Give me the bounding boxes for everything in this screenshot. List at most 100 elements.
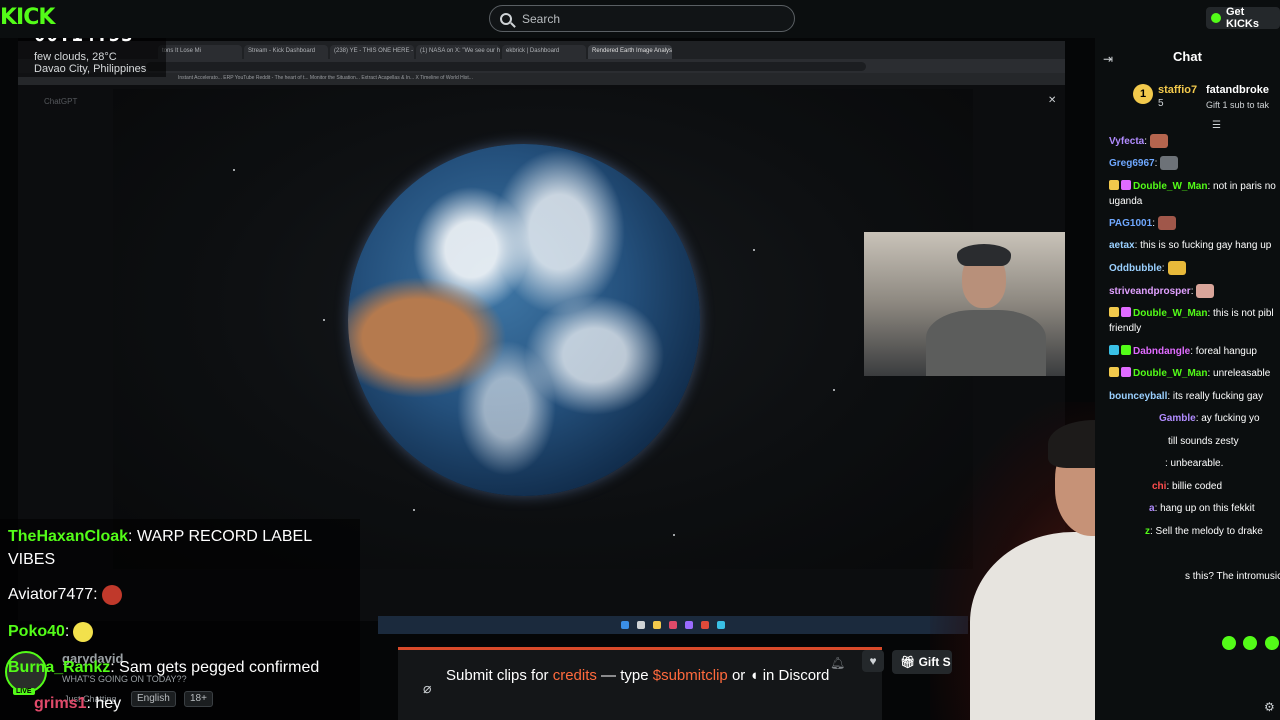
- star: [413, 509, 415, 511]
- chat-text: : Sam gets pegged confirmed: [110, 659, 320, 676]
- chat-filter-icon[interactable]: ☰: [1212, 120, 1221, 131]
- chat-text: : ay fucking yo: [1195, 413, 1260, 424]
- chat-message: Gamble: ay fucking yo: [1159, 411, 1280, 426]
- star: [673, 534, 675, 536]
- chat-username[interactable]: PAG1001: [1109, 218, 1152, 229]
- chat-title: Chat: [1173, 49, 1202, 64]
- chat-text: : hey: [86, 695, 122, 712]
- chat-message: PAG1001:: [1109, 216, 1280, 231]
- overlay-chat-message: grims1: hey: [34, 692, 121, 715]
- leaderboard-user[interactable]: staffio7: [1158, 84, 1197, 96]
- chat-message: Double_W_Man: this is not pibl friendly: [1109, 306, 1279, 336]
- mouse-icon: ◖: [749, 667, 759, 684]
- app-icon: [717, 621, 725, 629]
- star: [833, 389, 835, 391]
- tag-mature[interactable]: 18+: [184, 691, 213, 707]
- chat-panel: ⇥ Chat 1 staffio7 5 fatandbroke Gift 1 s…: [1095, 38, 1280, 720]
- browser-tab: (1) NASA on X: "We see our ho: [416, 45, 500, 59]
- chat-username[interactable]: aetax: [1109, 240, 1135, 251]
- chat-username[interactable]: Double_W_Man: [1133, 308, 1207, 319]
- chat-username[interactable]: Oddbubble: [1109, 263, 1162, 274]
- leaderboard-count: 5: [1158, 98, 1164, 109]
- sub-badge-icon: [1121, 367, 1131, 377]
- chat-username[interactable]: Double_W_Man: [1133, 368, 1207, 379]
- get-kicks-button[interactable]: Get KICKs: [1206, 6, 1280, 30]
- chat-text: : foreal hangup: [1190, 346, 1257, 357]
- tag-language[interactable]: English: [131, 691, 176, 707]
- search-bar[interactable]: [489, 5, 795, 32]
- chat-username[interactable]: chi: [1152, 481, 1166, 492]
- browser-address-bar: [18, 59, 1065, 73]
- top-navbar: KICK Get KICKs: [0, 0, 1280, 38]
- chat-message: Oddbubble:: [1109, 261, 1280, 276]
- bell-icon[interactable]: 🔔︎: [830, 656, 845, 670]
- folder-icon: [653, 621, 661, 629]
- chat-username[interactable]: Greg6967: [1109, 158, 1155, 169]
- chat-text: : this is so fucking gay hang up: [1134, 240, 1272, 251]
- chat-text: :: [64, 623, 70, 640]
- browser-tabbar: tons It Lose Mi Stream - Kick Dashboard …: [18, 41, 1065, 59]
- gifter-user[interactable]: fatandbroke: [1206, 84, 1269, 96]
- chat-message: striveandprosper:: [1109, 284, 1280, 299]
- weather-info: few clouds, 28°C Davao City, Philippines: [34, 51, 146, 75]
- chat-username[interactable]: Dabndangle: [1133, 346, 1190, 357]
- chat-message: Dabndangle: foreal hangup: [1109, 344, 1280, 359]
- banner-text-part: or: [727, 667, 750, 684]
- browser-tab: ekbrick | Dashboard: [502, 45, 586, 59]
- chat-text: till sounds zesty: [1168, 436, 1239, 447]
- chat-text: :: [1154, 158, 1158, 169]
- app-icon: [685, 621, 693, 629]
- chat-username[interactable]: striveandprosper: [1109, 286, 1191, 297]
- leaderboard-rank-badge: 1: [1133, 84, 1153, 104]
- windows-taskbar: [378, 616, 968, 634]
- sub-badge-icon: [1121, 307, 1131, 317]
- kick-emote-icon[interactable]: [1243, 636, 1257, 650]
- emote-icon[interactable]: [1265, 636, 1279, 650]
- chat-message: chi: billie coded: [1152, 479, 1280, 494]
- emote-picker-icon[interactable]: [1222, 636, 1236, 650]
- emote-icon: [1167, 261, 1186, 276]
- badge-icon: [1109, 345, 1119, 355]
- close-icon: ✕: [1048, 95, 1057, 106]
- sub-badge-icon: [1121, 180, 1131, 190]
- chat-message: till sounds zesty: [1168, 434, 1280, 449]
- overlay-chat-message: Aviator7477:: [8, 583, 122, 606]
- banner-text-part: in Discord: [758, 667, 830, 684]
- chat-text: s this? The intromusic: [1185, 571, 1280, 582]
- chat-username[interactable]: bounceyball: [1109, 391, 1167, 402]
- chat-username[interactable]: Double_W_Man: [1133, 181, 1207, 192]
- webcam-person: [926, 310, 1046, 376]
- chat-text: :: [1152, 218, 1155, 229]
- gift-sub-text: Gift 1 sub to tak: [1206, 100, 1270, 110]
- chat-username: TheHaxanCloak: [8, 528, 129, 545]
- browser-tab: Stream - Kick Dashboard: [244, 45, 328, 59]
- follow-heart-button[interactable]: ♥: [862, 650, 884, 672]
- emote-icon: [73, 621, 94, 642]
- chat-text: :: [1144, 136, 1147, 147]
- overlay-chat-message: TheHaxanCloak: WARP RECORD LABEL VIBES: [8, 525, 348, 571]
- chat-message: Vyfecta:: [1109, 134, 1280, 149]
- live-badge: LIVE: [13, 688, 35, 695]
- gift-sub-button[interactable]: 🎁︎ Gift S: [892, 650, 952, 674]
- chat-username[interactable]: Vyfecta: [1109, 136, 1144, 147]
- search-input[interactable]: [522, 11, 772, 26]
- browser-url-field: [146, 62, 866, 71]
- chat-text: :: [1161, 263, 1165, 274]
- paperclip-icon: ⌀: [423, 680, 432, 696]
- chrome-icon: [701, 621, 709, 629]
- earth-image: [348, 144, 700, 496]
- gear-icon[interactable]: ⚙: [1264, 700, 1275, 714]
- chat-username[interactable]: Gamble: [1159, 413, 1196, 424]
- gift-sub-label: Gift S: [918, 655, 951, 669]
- overlay-chat-message: Burna_Rankz: Sam gets pegged confirmed: [8, 656, 319, 679]
- banner-highlight: $submitclip: [652, 667, 728, 684]
- windows-start-icon: [621, 621, 629, 629]
- crown-badge-icon: [1109, 367, 1119, 377]
- chat-message: : unbearable.: [1165, 456, 1280, 471]
- chat-text: : unbearable.: [1165, 458, 1224, 469]
- chat-text: :: [93, 586, 98, 603]
- search-icon: [500, 12, 512, 25]
- chat-message: bounceyball: its really fucking gay: [1109, 389, 1280, 404]
- kick-logo[interactable]: KICK: [0, 5, 55, 30]
- chat-message: z: Sell the melody to drake: [1145, 524, 1280, 539]
